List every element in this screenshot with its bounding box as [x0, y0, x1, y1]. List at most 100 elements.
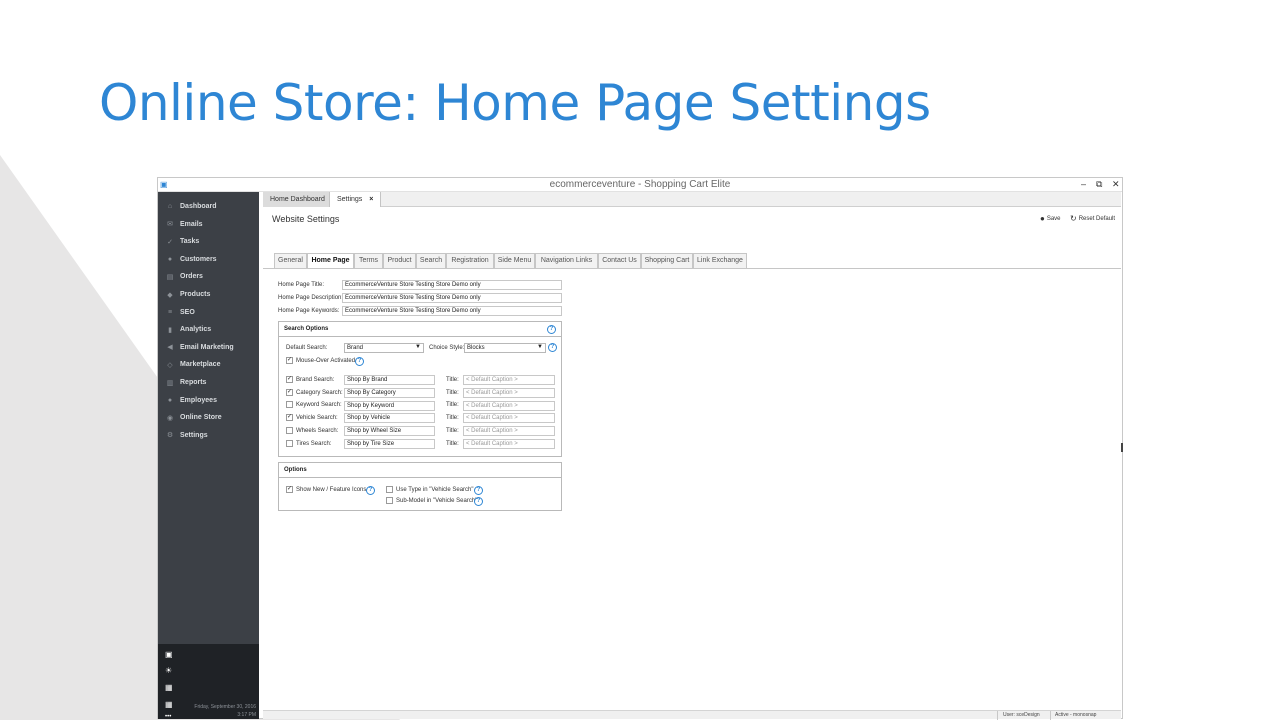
sidebar-item-customers[interactable]: ● Customers [158, 251, 259, 268]
marketplace-icon: ◇ [167, 361, 173, 369]
status-separator [997, 711, 998, 720]
brand-search-checkbox[interactable]: ✓ [286, 376, 293, 383]
tires-search-checkbox[interactable] [286, 440, 293, 447]
help-icon[interactable]: ? [366, 486, 375, 495]
status-user: User: sceDesign [1003, 712, 1040, 718]
window-title: ecommerceventure - Shopping Cart Elite [549, 179, 731, 190]
sidebar-item-email-marketing[interactable]: ◀ Email Marketing [158, 339, 259, 356]
tires-title-input[interactable]: < Default Caption > [463, 439, 555, 449]
dashboard-icon: ⌂ [167, 203, 173, 210]
email-icon: ✉ [167, 221, 173, 229]
help-icon[interactable]: ? [547, 325, 556, 334]
tab-registration[interactable]: Registration [446, 253, 494, 268]
chevron-down-icon: ▼ [537, 344, 543, 350]
sidebar-item-online-store[interactable]: ◉ Online Store [158, 409, 259, 426]
help-icon[interactable]: ? [474, 497, 483, 506]
tab-general[interactable]: General [274, 253, 307, 268]
tab-settings[interactable]: Settings × [330, 192, 381, 207]
home-page-title-label: Home Page Title: [278, 282, 325, 288]
help-icon[interactable]: ? [355, 357, 364, 366]
sidebar-item-label: Email Marketing [180, 343, 234, 351]
sidebar-item-marketplace[interactable]: ◇ Marketplace [158, 356, 259, 373]
brand-search-input[interactable]: Shop By Brand [344, 375, 435, 385]
tab-link-exchange[interactable]: Link Exchange [693, 253, 747, 268]
tab-search[interactable]: Search [416, 253, 446, 268]
sidebar-item-emails[interactable]: ✉ Emails [158, 216, 259, 233]
save-button[interactable]: ● Save [1040, 214, 1061, 223]
status-separator [1050, 711, 1051, 720]
sidebar-item-orders[interactable]: ▤ Orders [158, 268, 259, 285]
sidebar-item-label: SEO [180, 308, 195, 316]
tab-home-dashboard[interactable]: Home Dashboard [263, 192, 330, 207]
chevron-down-icon: ▼ [415, 344, 421, 350]
sidebar-item-label: Emails [180, 220, 203, 228]
wheels-title-input[interactable]: < Default Caption > [463, 426, 555, 436]
sidebar-item-analytics[interactable]: ▮ Analytics [158, 321, 259, 338]
sidebar-item-label: Analytics [180, 326, 212, 334]
use-type-label: Use Type in "Vehicle Search" [396, 487, 474, 493]
more-icon[interactable]: ••• [165, 714, 171, 720]
reset-default-button[interactable]: ↻ Reset Default [1070, 214, 1115, 223]
tires-search-input[interactable]: Shop by Tire Size [344, 439, 435, 449]
restore-icon[interactable]: ⧉ [1096, 179, 1102, 190]
sidebar-item-products[interactable]: ◆ Products [158, 286, 259, 303]
sidebar-item-dashboard[interactable]: ⌂ Dashboard [158, 198, 259, 215]
minimize-icon[interactable]: – [1081, 179, 1086, 189]
window-titlebar[interactable]: ▣ ecommerceventure - Shopping Cart Elite… [158, 178, 1122, 192]
page-title: Website Settings [272, 214, 340, 224]
help-icon[interactable]: ? [474, 486, 483, 495]
tab-label: Home Dashboard [270, 196, 325, 203]
wheels-search-input[interactable]: Shop by Wheel Size [344, 426, 435, 436]
show-new-feature-checkbox[interactable]: ✓ [286, 486, 293, 493]
sidebar-item-tasks[interactable]: ✓ Tasks [158, 233, 259, 250]
use-type-checkbox[interactable] [386, 486, 393, 493]
calendar-icon[interactable]: ▦ [165, 700, 173, 709]
tab-home-page[interactable]: Home Page [307, 253, 354, 268]
category-search-checkbox[interactable]: ✓ [286, 389, 293, 396]
category-title-input[interactable]: < Default Caption > [463, 388, 555, 398]
show-new-feature-label: Show New / Feature Icons [296, 487, 367, 493]
help-icon[interactable]: ? [548, 343, 557, 352]
lightbulb-icon[interactable]: ☀ [165, 666, 172, 675]
vehicle-search-checkbox[interactable]: ✓ [286, 414, 293, 421]
default-search-select[interactable]: Brand ▼ [344, 343, 424, 353]
close-tab-icon[interactable]: × [369, 196, 373, 203]
submodel-checkbox[interactable] [386, 497, 393, 504]
options-title: Options [284, 467, 307, 473]
sidebar-item-settings[interactable]: ⚙ Settings [158, 427, 259, 444]
brand-title-input[interactable]: < Default Caption > [463, 375, 555, 385]
tab-shopping-cart[interactable]: Shopping Cart [641, 253, 693, 268]
vehicle-search-input[interactable]: Shop by Vehicle [344, 413, 435, 423]
document-tabs: Home Dashboard Settings × [263, 192, 1121, 207]
keyword-title-input[interactable]: < Default Caption > [463, 401, 555, 411]
sidebar-item-employees[interactable]: ● Employees [158, 392, 259, 409]
submodel-label: Sub-Model in "Vehicle Search" [396, 498, 478, 504]
home-page-description-input[interactable]: EcommerceVenture Store Testing Store Dem… [342, 293, 562, 303]
keyword-search-input[interactable]: Shop by Keyword [344, 401, 435, 411]
choice-style-select[interactable]: Blocks ▼ [464, 343, 546, 353]
home-page-keywords-input[interactable]: EcommerceVenture Store Testing Store Dem… [342, 306, 562, 316]
sidebar-item-label: Online Store [180, 414, 222, 422]
sidebar-item-reports[interactable]: ▥ Reports [158, 374, 259, 391]
tab-side-menu[interactable]: Side Menu [494, 253, 535, 268]
calculator-icon[interactable]: ▦ [165, 683, 173, 692]
close-window-icon[interactable]: ✕ [1112, 179, 1120, 190]
app-window: ▣ ecommerceventure - Shopping Cart Elite… [157, 177, 1123, 720]
home-page-keywords-label: Home Page Keywords: [278, 308, 340, 314]
reset-label: Reset Default [1078, 215, 1116, 222]
tasks-icon: ✓ [167, 238, 173, 246]
wheels-search-checkbox[interactable] [286, 427, 293, 434]
windows-icon[interactable]: ▣ [165, 650, 173, 659]
tab-contact-us[interactable]: Contact Us [598, 253, 641, 268]
tab-product[interactable]: Product [383, 253, 416, 268]
keyword-search-checkbox[interactable] [286, 401, 293, 408]
sidebar-item-seo[interactable]: ≡ SEO [158, 304, 259, 321]
tab-navigation-links[interactable]: Navigation Links [535, 253, 598, 268]
tab-terms[interactable]: Terms [354, 253, 383, 268]
seo-icon: ≡ [167, 308, 173, 316]
mouseover-checkbox[interactable]: ✓ [286, 357, 293, 364]
vehicle-title-input[interactable]: < Default Caption > [463, 413, 555, 423]
category-search-input[interactable]: Shop By Category [344, 388, 435, 398]
options-group: Options ✓ Show New / Feature Icons ? Use… [278, 462, 562, 511]
home-page-title-input[interactable]: EcommerceVenture Store Testing Store Dem… [342, 280, 562, 290]
